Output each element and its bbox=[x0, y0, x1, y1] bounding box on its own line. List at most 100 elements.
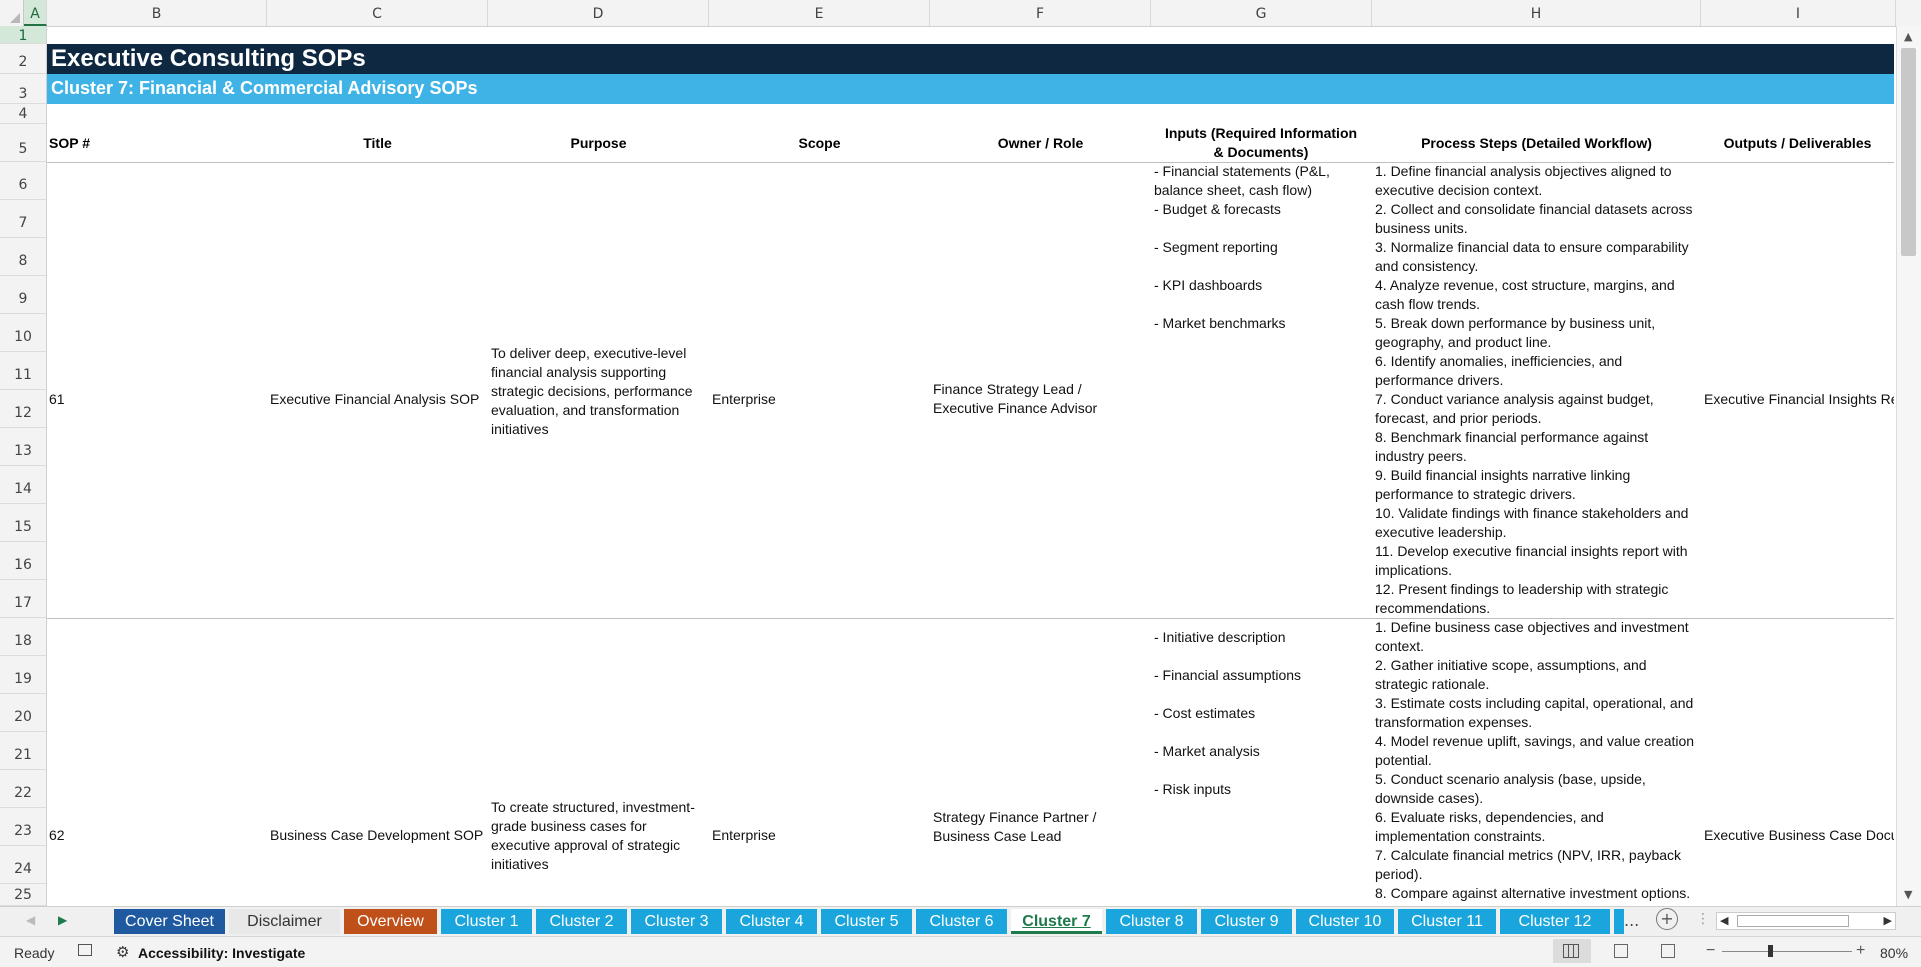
select-all-corner[interactable] bbox=[0, 0, 24, 26]
tab-scroll-right-icon[interactable]: ▶ bbox=[58, 913, 67, 927]
more-tabs-button[interactable]: ... bbox=[1624, 911, 1639, 930]
record-61-process-steps[interactable]: 1. Define financial analysis objectives … bbox=[1375, 162, 1700, 618]
zoom-out-icon[interactable]: − bbox=[1706, 942, 1715, 960]
row-header[interactable]: 11 bbox=[0, 352, 46, 390]
row-header[interactable]: 17 bbox=[0, 580, 46, 618]
record-62-sop-number[interactable]: 62 bbox=[49, 826, 209, 845]
column-header-c[interactable]: C bbox=[267, 0, 488, 26]
scroll-right-icon[interactable]: ▶ bbox=[1884, 914, 1892, 927]
scroll-up-icon[interactable]: ▲ bbox=[1904, 30, 1912, 43]
header-outputs: Outputs / Deliverables bbox=[1723, 135, 1872, 151]
horizontal-scrollbar[interactable]: ◀ ▶ bbox=[1716, 912, 1896, 930]
row-header[interactable]: 1 bbox=[0, 26, 46, 44]
tab-overview[interactable]: Overview bbox=[344, 909, 437, 934]
header-scope: Scope bbox=[798, 135, 841, 151]
row-header[interactable]: 20 bbox=[0, 694, 46, 732]
record-62-inputs[interactable]: - Initiative description - Financial ass… bbox=[1154, 628, 1364, 818]
record-62-owner[interactable]: Strategy Finance Partner / Business Case… bbox=[933, 808, 1123, 846]
record-62-process-steps[interactable]: 1. Define business case objectives and i… bbox=[1375, 618, 1700, 906]
add-sheet-icon[interactable]: + bbox=[1656, 908, 1678, 930]
record-61-title[interactable]: Executive Financial Analysis SOP bbox=[270, 390, 488, 409]
row-header[interactable]: 18 bbox=[0, 618, 46, 656]
macro-record-icon[interactable] bbox=[78, 944, 92, 956]
tab-disclaimer[interactable]: Disclaimer bbox=[229, 909, 340, 934]
input-item: - KPI dashboards bbox=[1154, 277, 1263, 293]
record-62-title[interactable]: Business Case Development SOP bbox=[270, 826, 488, 845]
record-61-owner[interactable]: Finance Strategy Lead / Executive Financ… bbox=[933, 380, 1123, 418]
tab-cluster-2[interactable]: Cluster 2 bbox=[536, 909, 627, 934]
row-header[interactable]: 9 bbox=[0, 276, 46, 314]
tab-cluster-6[interactable]: Cluster 6 bbox=[916, 909, 1007, 934]
row-header[interactable]: 15 bbox=[0, 504, 46, 542]
record-61-outputs[interactable]: Executive Financial Insights Rep bbox=[1704, 390, 1894, 409]
tab-cover-sheet[interactable]: Cover Sheet bbox=[114, 909, 225, 934]
vertical-scroll-thumb[interactable] bbox=[1901, 48, 1916, 256]
tab-cluster-1[interactable]: Cluster 1 bbox=[441, 909, 532, 934]
zoom-slider-thumb[interactable] bbox=[1768, 945, 1773, 957]
worksheet-grid[interactable]: Executive Consulting SOPs Cluster 7: Fin… bbox=[47, 26, 1894, 906]
row-header[interactable]: 10 bbox=[0, 314, 46, 352]
tab-cluster-5[interactable]: Cluster 5 bbox=[821, 909, 912, 934]
vertical-scrollbar[interactable]: ▲ ▼ bbox=[1896, 26, 1921, 906]
row-header[interactable]: 23 bbox=[0, 808, 46, 846]
row-header[interactable]: 8 bbox=[0, 238, 46, 276]
row-header[interactable]: 12 bbox=[0, 390, 46, 428]
row-header[interactable]: 16 bbox=[0, 542, 46, 580]
tab-split-handle-icon[interactable]: ⋮ bbox=[1696, 911, 1710, 927]
normal-view-icon bbox=[1563, 944, 1579, 958]
page-break-preview-icon[interactable] bbox=[1661, 944, 1675, 958]
scroll-down-icon[interactable]: ▼ bbox=[1904, 888, 1912, 901]
zoom-level[interactable]: 80% bbox=[1880, 945, 1908, 961]
record-61-scope[interactable]: Enterprise bbox=[712, 390, 927, 409]
column-header-e[interactable]: E bbox=[709, 0, 930, 26]
row-header[interactable]: 4 bbox=[0, 104, 46, 124]
tab-scroll-left-icon[interactable]: ◀ bbox=[26, 913, 35, 927]
tab-cluster-4[interactable]: Cluster 4 bbox=[726, 909, 817, 934]
process-step: 5. Break down performance by business un… bbox=[1375, 315, 1656, 350]
tab-cluster-9[interactable]: Cluster 9 bbox=[1201, 909, 1292, 934]
tab-cluster-11[interactable]: Cluster 11 bbox=[1398, 909, 1496, 934]
tab-cluster-8[interactable]: Cluster 8 bbox=[1106, 909, 1197, 934]
column-header-d[interactable]: D bbox=[488, 0, 709, 26]
accessibility-status[interactable]: Accessibility: Investigate bbox=[138, 945, 305, 961]
row-header[interactable]: 6 bbox=[0, 162, 46, 200]
record-62-outputs[interactable]: Executive Business Case Docum bbox=[1704, 826, 1894, 845]
record-62-purpose[interactable]: To create structured, investment-grade b… bbox=[491, 798, 706, 874]
row-header[interactable]: 24 bbox=[0, 846, 46, 884]
record-61-inputs[interactable]: - Financial statements (P&L, balance she… bbox=[1154, 162, 1364, 352]
zoom-in-icon[interactable]: + bbox=[1856, 942, 1865, 960]
row-header[interactable]: 3 bbox=[0, 74, 46, 104]
horizontal-scroll-thumb[interactable] bbox=[1737, 915, 1849, 927]
sheet-tab-bar: ◀ ▶ Cover Sheet Disclaimer Overview Clus… bbox=[0, 906, 1921, 937]
input-item: - Market analysis bbox=[1154, 743, 1260, 759]
page-layout-icon[interactable] bbox=[1614, 944, 1628, 958]
row-header[interactable]: 7 bbox=[0, 200, 46, 238]
column-header-bar: A B C D E F G H I bbox=[0, 0, 1921, 27]
tab-cluster-3[interactable]: Cluster 3 bbox=[631, 909, 722, 934]
row-header[interactable]: 19 bbox=[0, 656, 46, 694]
row-header[interactable]: 21 bbox=[0, 732, 46, 770]
row-header[interactable]: 22 bbox=[0, 770, 46, 808]
record-61-sop-number[interactable]: 61 bbox=[49, 390, 209, 409]
select-all-icon bbox=[10, 13, 20, 23]
scroll-left-icon[interactable]: ◀ bbox=[1720, 914, 1728, 927]
record-62-scope[interactable]: Enterprise bbox=[712, 826, 927, 845]
row-header[interactable]: 14 bbox=[0, 466, 46, 504]
tab-overflow-sliver[interactable] bbox=[1614, 909, 1624, 934]
row-header[interactable]: 13 bbox=[0, 428, 46, 466]
tab-cluster-7[interactable]: Cluster 7 bbox=[1011, 909, 1102, 934]
column-header-h[interactable]: H bbox=[1372, 0, 1701, 26]
tab-cluster-12[interactable]: Cluster 12 bbox=[1500, 909, 1610, 934]
accessibility-icon[interactable]: ⚙ bbox=[116, 943, 129, 961]
column-header-f[interactable]: F bbox=[930, 0, 1151, 26]
record-61-purpose[interactable]: To deliver deep, executive-level financi… bbox=[491, 344, 706, 439]
row-header[interactable]: 5 bbox=[0, 124, 46, 162]
tab-cluster-10[interactable]: Cluster 10 bbox=[1296, 909, 1394, 934]
row-header[interactable]: 2 bbox=[0, 44, 46, 74]
row-header[interactable]: 25 bbox=[0, 884, 46, 906]
zoom-slider[interactable] bbox=[1722, 945, 1852, 957]
column-header-g[interactable]: G bbox=[1151, 0, 1372, 26]
column-header-b[interactable]: B bbox=[47, 0, 267, 26]
column-header-i[interactable]: I bbox=[1701, 0, 1896, 26]
column-header-a[interactable]: A bbox=[24, 0, 47, 26]
